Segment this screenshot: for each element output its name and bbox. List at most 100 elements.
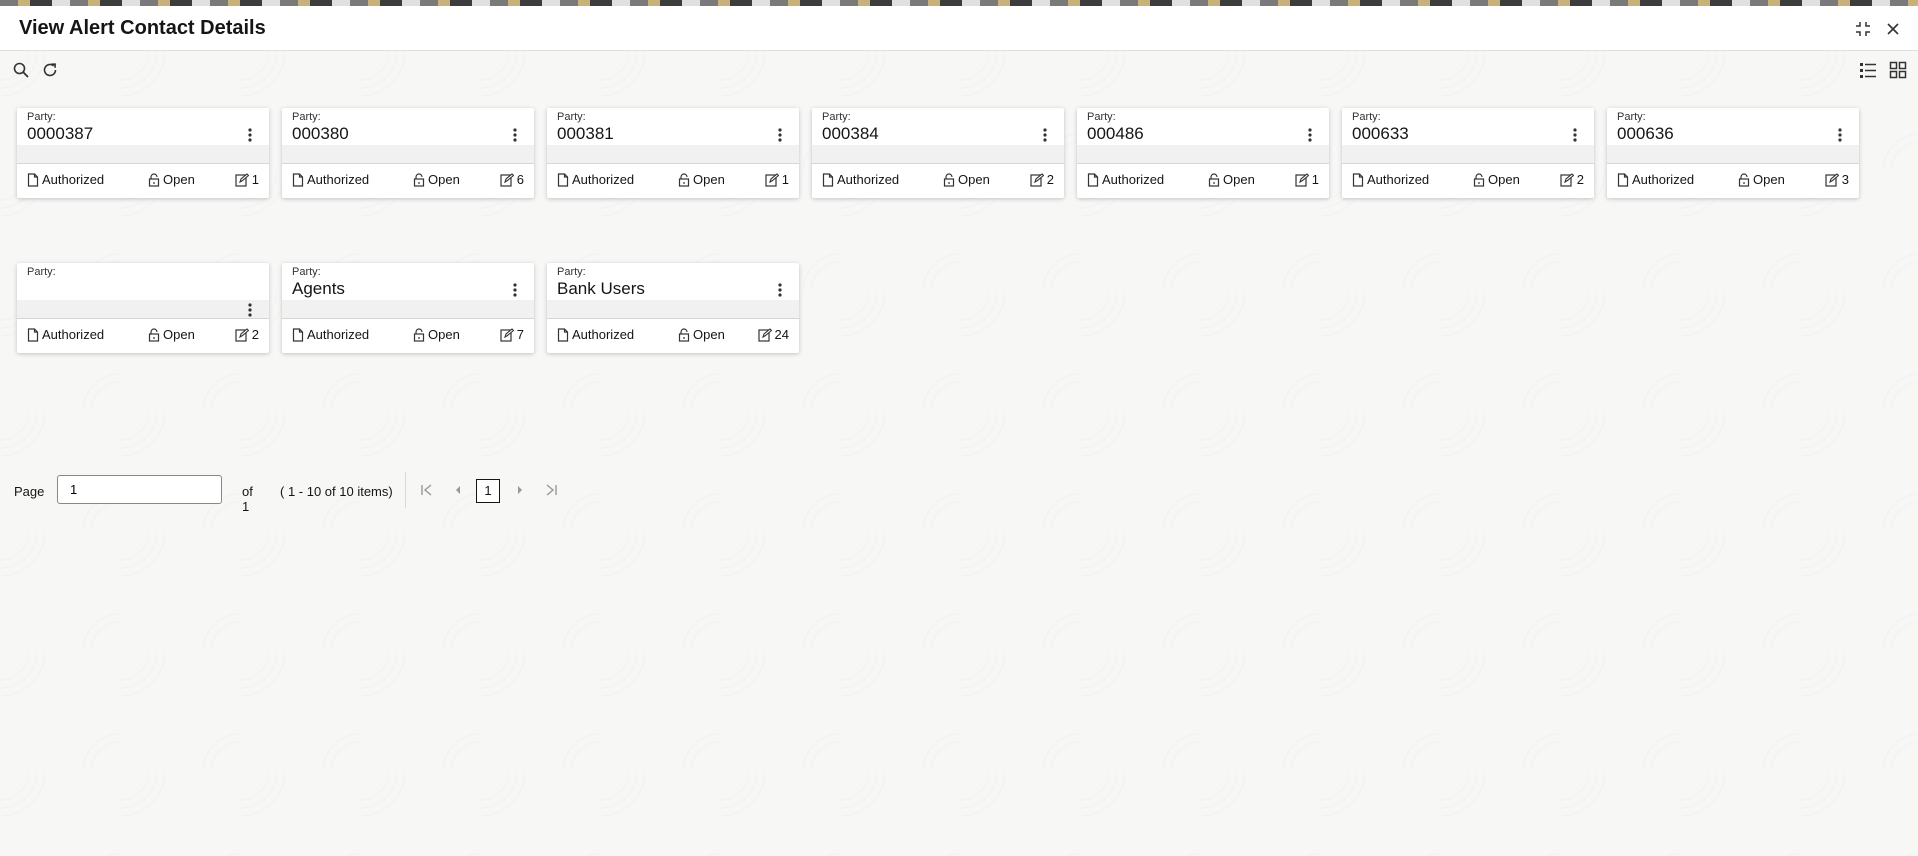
party-label: Party:: [292, 111, 321, 123]
grid-view-icon[interactable]: [1889, 61, 1909, 81]
party-card[interactable]: Party: 000381 Authorized Open 1: [547, 108, 799, 198]
lock-text: Open: [1753, 172, 1785, 187]
card-footer: Authorized Open 7: [282, 319, 534, 353]
more-options-icon[interactable]: [1305, 126, 1315, 144]
more-options-icon[interactable]: [775, 281, 785, 299]
authorized-status: Authorized: [1352, 172, 1429, 187]
first-page-icon[interactable]: [419, 482, 435, 498]
party-label: Party:: [1617, 111, 1646, 123]
more-options-icon[interactable]: [245, 126, 255, 144]
unlock-icon: [148, 172, 160, 187]
modification-count: 24: [757, 327, 789, 342]
modification-count: 1: [1295, 172, 1319, 187]
authorized-status: Authorized: [1617, 172, 1694, 187]
open-status: Open: [943, 172, 990, 187]
status-text: Authorized: [1102, 172, 1165, 187]
next-page-icon[interactable]: [512, 482, 528, 498]
party-card[interactable]: Party: 000636 Authorized Open 3: [1607, 108, 1859, 198]
party-card[interactable]: Party: Authorized Open 2: [17, 263, 269, 353]
more-options-icon[interactable]: [775, 126, 785, 144]
pager-divider: [405, 472, 406, 508]
party-card[interactable]: Party: 000380 Authorized Open 6: [282, 108, 534, 198]
edit-icon: [765, 172, 779, 187]
count-text: 1: [251, 172, 259, 187]
lock-text: Open: [693, 172, 725, 187]
edit-icon: [235, 327, 249, 342]
count-text: 1: [781, 172, 789, 187]
status-text: Authorized: [1367, 172, 1430, 187]
card-band: [17, 300, 269, 319]
status-text: Authorized: [42, 327, 105, 342]
edit-icon: [1295, 172, 1309, 187]
lock-text: Open: [958, 172, 990, 187]
page-title: View Alert Contact Details: [19, 17, 266, 39]
current-page-number[interactable]: 1: [476, 479, 500, 503]
unlock-icon: [943, 172, 955, 187]
close-icon[interactable]: [1882, 18, 1904, 40]
authorized-status: Authorized: [292, 172, 369, 187]
modification-count: 6: [500, 172, 524, 187]
party-value: 000486: [1087, 124, 1144, 143]
list-view-icon[interactable]: [1859, 61, 1879, 81]
card-band: [547, 145, 799, 164]
party-label: Party:: [27, 266, 56, 278]
document-icon: [292, 327, 304, 342]
party-value: 000636: [1617, 124, 1674, 143]
more-options-icon[interactable]: [1040, 126, 1050, 144]
more-options-icon[interactable]: [1835, 126, 1845, 144]
card-footer: Authorized Open 1: [547, 164, 799, 198]
edit-icon: [757, 327, 772, 342]
party-card[interactable]: Party: Agents Authorized Open 7: [282, 263, 534, 353]
party-label: Party:: [822, 111, 851, 123]
party-value: 0000387: [27, 124, 94, 143]
lock-text: Open: [428, 327, 460, 342]
refresh-icon[interactable]: [41, 61, 61, 81]
party-label: Party:: [1352, 111, 1381, 123]
card-band: [17, 145, 269, 164]
card-band: [547, 300, 799, 319]
card-footer: Authorized Open 1: [1077, 164, 1329, 198]
party-card[interactable]: Party: 000384 Authorized Open 2: [812, 108, 1064, 198]
previous-page-icon[interactable]: [450, 482, 466, 498]
open-status: Open: [148, 327, 195, 342]
party-card[interactable]: Party: Bank Users Authorized Open 24: [547, 263, 799, 353]
document-icon: [27, 327, 39, 342]
lock-text: Open: [693, 327, 725, 342]
party-value: 000384: [822, 124, 879, 143]
open-status: Open: [413, 327, 460, 342]
unlock-icon: [1738, 172, 1750, 187]
modification-count: 2: [1560, 172, 1584, 187]
status-text: Authorized: [1632, 172, 1695, 187]
unlock-icon: [678, 172, 690, 187]
title-bar: View Alert Contact Details: [0, 6, 1918, 51]
edit-icon: [500, 172, 514, 187]
page-number-input[interactable]: [57, 475, 222, 504]
minimize-icon[interactable]: [1852, 18, 1874, 40]
edit-icon: [1030, 172, 1044, 187]
document-icon: [557, 327, 569, 342]
more-options-icon[interactable]: [510, 281, 520, 299]
party-card[interactable]: Party: 0000387 Authorized Open 1: [17, 108, 269, 198]
more-options-icon[interactable]: [510, 126, 520, 144]
card-footer: Authorized Open 1: [17, 164, 269, 198]
open-status: Open: [1738, 172, 1785, 187]
count-text: 7: [516, 327, 524, 342]
party-label: Party:: [27, 111, 56, 123]
last-page-icon[interactable]: [543, 482, 559, 498]
card-footer: Authorized Open 2: [812, 164, 1064, 198]
status-text: Authorized: [42, 172, 105, 187]
more-options-icon[interactable]: [245, 301, 255, 319]
unlock-icon: [678, 327, 690, 342]
party-card[interactable]: Party: 000633 Authorized Open 2: [1342, 108, 1594, 198]
open-status: Open: [1473, 172, 1520, 187]
card-band: [1607, 145, 1859, 164]
card-band: [282, 300, 534, 319]
party-card[interactable]: Party: 000486 Authorized Open 1: [1077, 108, 1329, 198]
unlock-icon: [1208, 172, 1220, 187]
edit-icon: [235, 172, 249, 187]
authorized-status: Authorized: [27, 172, 104, 187]
document-icon: [1352, 172, 1364, 187]
modification-count: 2: [235, 327, 259, 342]
more-options-icon[interactable]: [1570, 126, 1580, 144]
search-icon[interactable]: [12, 61, 32, 81]
